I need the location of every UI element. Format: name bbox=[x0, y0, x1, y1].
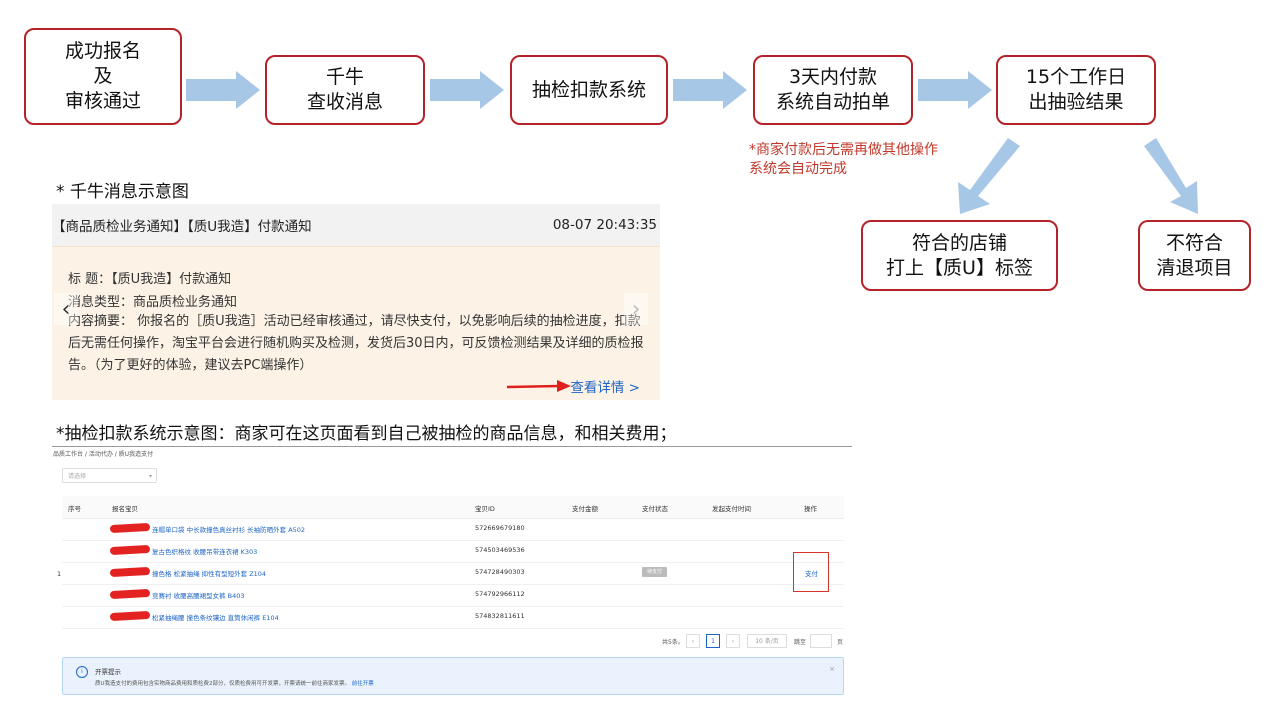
flow-arrow-1 bbox=[186, 71, 260, 109]
row-seq: 1 bbox=[57, 570, 62, 578]
pager-unit-label: 页 bbox=[837, 639, 844, 646]
product-id: 574792966112 bbox=[475, 590, 525, 598]
message-header: 【商品质检业务通知】【质U我造】付款通知 08-07 20:43:35 bbox=[52, 204, 660, 246]
table-row: 竞赛衬 收腰高腰裙型女裤 B403 574792966112 bbox=[62, 584, 844, 607]
flow-step-result: 15个工作日 出抽验结果 bbox=[996, 55, 1156, 125]
filter-select[interactable]: 请选择 ▾ bbox=[62, 468, 157, 483]
product-id: 574503469536 bbox=[475, 546, 525, 554]
message-timestamp: 08-07 20:43:35 bbox=[552, 217, 657, 233]
notice-text: 质U我造支付的费用包含实物商品费用和质检费2部分，仅质检费用可开发票，开票请统一… bbox=[95, 679, 374, 687]
flow-arrow-to-fail bbox=[1144, 138, 1198, 214]
flow-result-fail: 不符合 清退项目 bbox=[1138, 220, 1251, 291]
status-badge: 待支付 bbox=[642, 567, 667, 577]
flow-step-payment: 3天内付款 系统自动拍单 bbox=[753, 55, 913, 125]
table-row: 连帽单口袋 中长款撞色真丝衬衫 长袖防晒外套 A502 572669679180 bbox=[62, 518, 844, 541]
col-action: 操作 bbox=[804, 505, 817, 513]
view-details-link[interactable]: 查看详情 > bbox=[570, 376, 640, 396]
chevron-right-icon[interactable]: › bbox=[624, 293, 648, 325]
flow-result-pass: 符合的店铺 打上【质U】标签 bbox=[861, 220, 1058, 291]
product-link[interactable]: 复古色织格纹 收腰吊带连衣裙 K303 bbox=[152, 546, 257, 556]
flow-arrow-to-pass bbox=[958, 138, 1020, 214]
close-icon[interactable]: × bbox=[829, 665, 835, 673]
pager-goto-label: 跳至 bbox=[794, 639, 807, 646]
breadcrumb: 品质工作台 / 活动代办 / 质U我造支付 bbox=[53, 451, 154, 458]
chevron-down-icon: ▾ bbox=[148, 473, 152, 480]
flow-arrow-2 bbox=[430, 71, 504, 109]
col-pay-time: 发起支付时间 bbox=[712, 505, 751, 513]
invoice-notice: i 开票提示 质U我造支付的费用包含实物商品费用和质检费2部分，仅质检费用可开发… bbox=[62, 657, 844, 695]
col-item-id: 宝贝ID bbox=[475, 505, 495, 513]
message-title-line: 标 题：【质U我造】付款通知 bbox=[68, 272, 232, 287]
pager-size-label: 10 条/页 bbox=[755, 638, 779, 645]
pay-button[interactable]: 支付 bbox=[805, 568, 818, 578]
notice-body: 质U我造支付的费用包含实物商品费用和质检费2部分，仅质检费用可开发票，开票请统一… bbox=[95, 681, 351, 687]
redacted-mark bbox=[109, 588, 151, 600]
message-header-title: 【商品质检业务通知】【质U我造】付款通知 bbox=[52, 219, 312, 235]
redacted-mark bbox=[109, 566, 151, 578]
flow-step-payment-note: *商家付款后无需再做其他操作 系统会自动完成 bbox=[749, 142, 938, 177]
redacted-mark bbox=[109, 522, 151, 534]
notice-title: 开票提示 bbox=[95, 668, 121, 676]
payment-section-title: *抽检扣款系统示意图：商家可在这页面看到自己被抽检的商品信息，和相关费用； bbox=[56, 424, 677, 444]
product-link[interactable]: 竞赛衬 收腰高腰裙型女裤 B403 bbox=[152, 590, 245, 600]
payment-system-panel: 品质工作台 / 活动代办 / 质U我造支付 请选择 ▾ 序号 报名宝贝 宝贝ID… bbox=[52, 446, 852, 700]
col-amount: 支付金额 bbox=[572, 505, 598, 513]
flow-arrow-4 bbox=[918, 71, 992, 109]
pager-page-button[interactable]: 1 bbox=[706, 634, 720, 648]
table-header: 序号 报名宝贝 宝贝ID 支付金额 支付状态 发起支付时间 操作 bbox=[62, 496, 844, 519]
pager-next-button[interactable]: › bbox=[726, 634, 740, 648]
product-link[interactable]: 连帽单口袋 中长款撞色真丝衬衫 长袖防晒外套 A502 bbox=[152, 524, 305, 534]
product-link[interactable]: 撞色格 松紧抽绳 抑性有型短外套 Z104 bbox=[152, 568, 266, 578]
pager-total: 共5条。 bbox=[662, 639, 684, 646]
red-pointer-arrow-icon bbox=[506, 380, 571, 392]
flow-step-signup: 成功报名 及 审核通过 bbox=[24, 28, 182, 125]
col-seq: 序号 bbox=[68, 505, 81, 513]
pager-prev-button[interactable]: ‹ bbox=[686, 634, 700, 648]
flow-step-deduction-system: 抽检扣款系统 bbox=[510, 55, 668, 125]
filter-select-placeholder: 请选择 bbox=[68, 473, 87, 480]
table-row: 松紧抽绳腰 撞色条纹镶边 直筒休闲裤 E104 574832811611 bbox=[62, 606, 844, 629]
table-row: 复古色织格纹 收腰吊带连衣裙 K303 574503469536 bbox=[62, 540, 844, 563]
chevron-left-icon[interactable]: ‹ bbox=[54, 293, 78, 325]
pager-size-select[interactable]: 10 条/页 bbox=[747, 634, 787, 648]
redacted-mark bbox=[109, 610, 151, 622]
product-id: 574832811611 bbox=[475, 612, 525, 620]
invoice-link[interactable]: 前往开票 bbox=[352, 681, 374, 687]
product-id: 572669679180 bbox=[475, 524, 525, 532]
message-type-line: 消息类型：商品质检业务通知 bbox=[68, 295, 238, 310]
flow-step-qianniu: 千牛 查收消息 bbox=[265, 55, 425, 125]
message-summary: 内容摘要： 你报名的［质U我造］活动已经审核通过，请尽快支付，以免影响后续的抽检… bbox=[68, 314, 644, 373]
info-icon: i bbox=[76, 666, 88, 678]
table-row: 撞色格 松紧抽绳 抑性有型短外套 Z104 574728490303 bbox=[62, 562, 844, 585]
product-link[interactable]: 松紧抽绳腰 撞色条纹镶边 直筒休闲裤 E104 bbox=[152, 612, 279, 622]
col-product: 报名宝贝 bbox=[112, 505, 138, 513]
redacted-mark bbox=[109, 544, 151, 556]
qianniu-section-title: * 千牛消息示意图 bbox=[56, 182, 189, 202]
pager-goto-input[interactable] bbox=[810, 634, 832, 648]
product-id: 574728490303 bbox=[475, 568, 525, 576]
qianniu-message-panel: 【商品质检业务通知】【质U我造】付款通知 08-07 20:43:35 标 题：… bbox=[52, 204, 660, 400]
flow-arrow-3 bbox=[673, 71, 747, 109]
pagination: 共5条。 ‹ 1 › 10 条/页 跳至 页 bbox=[52, 634, 852, 649]
col-status: 支付状态 bbox=[642, 505, 668, 513]
